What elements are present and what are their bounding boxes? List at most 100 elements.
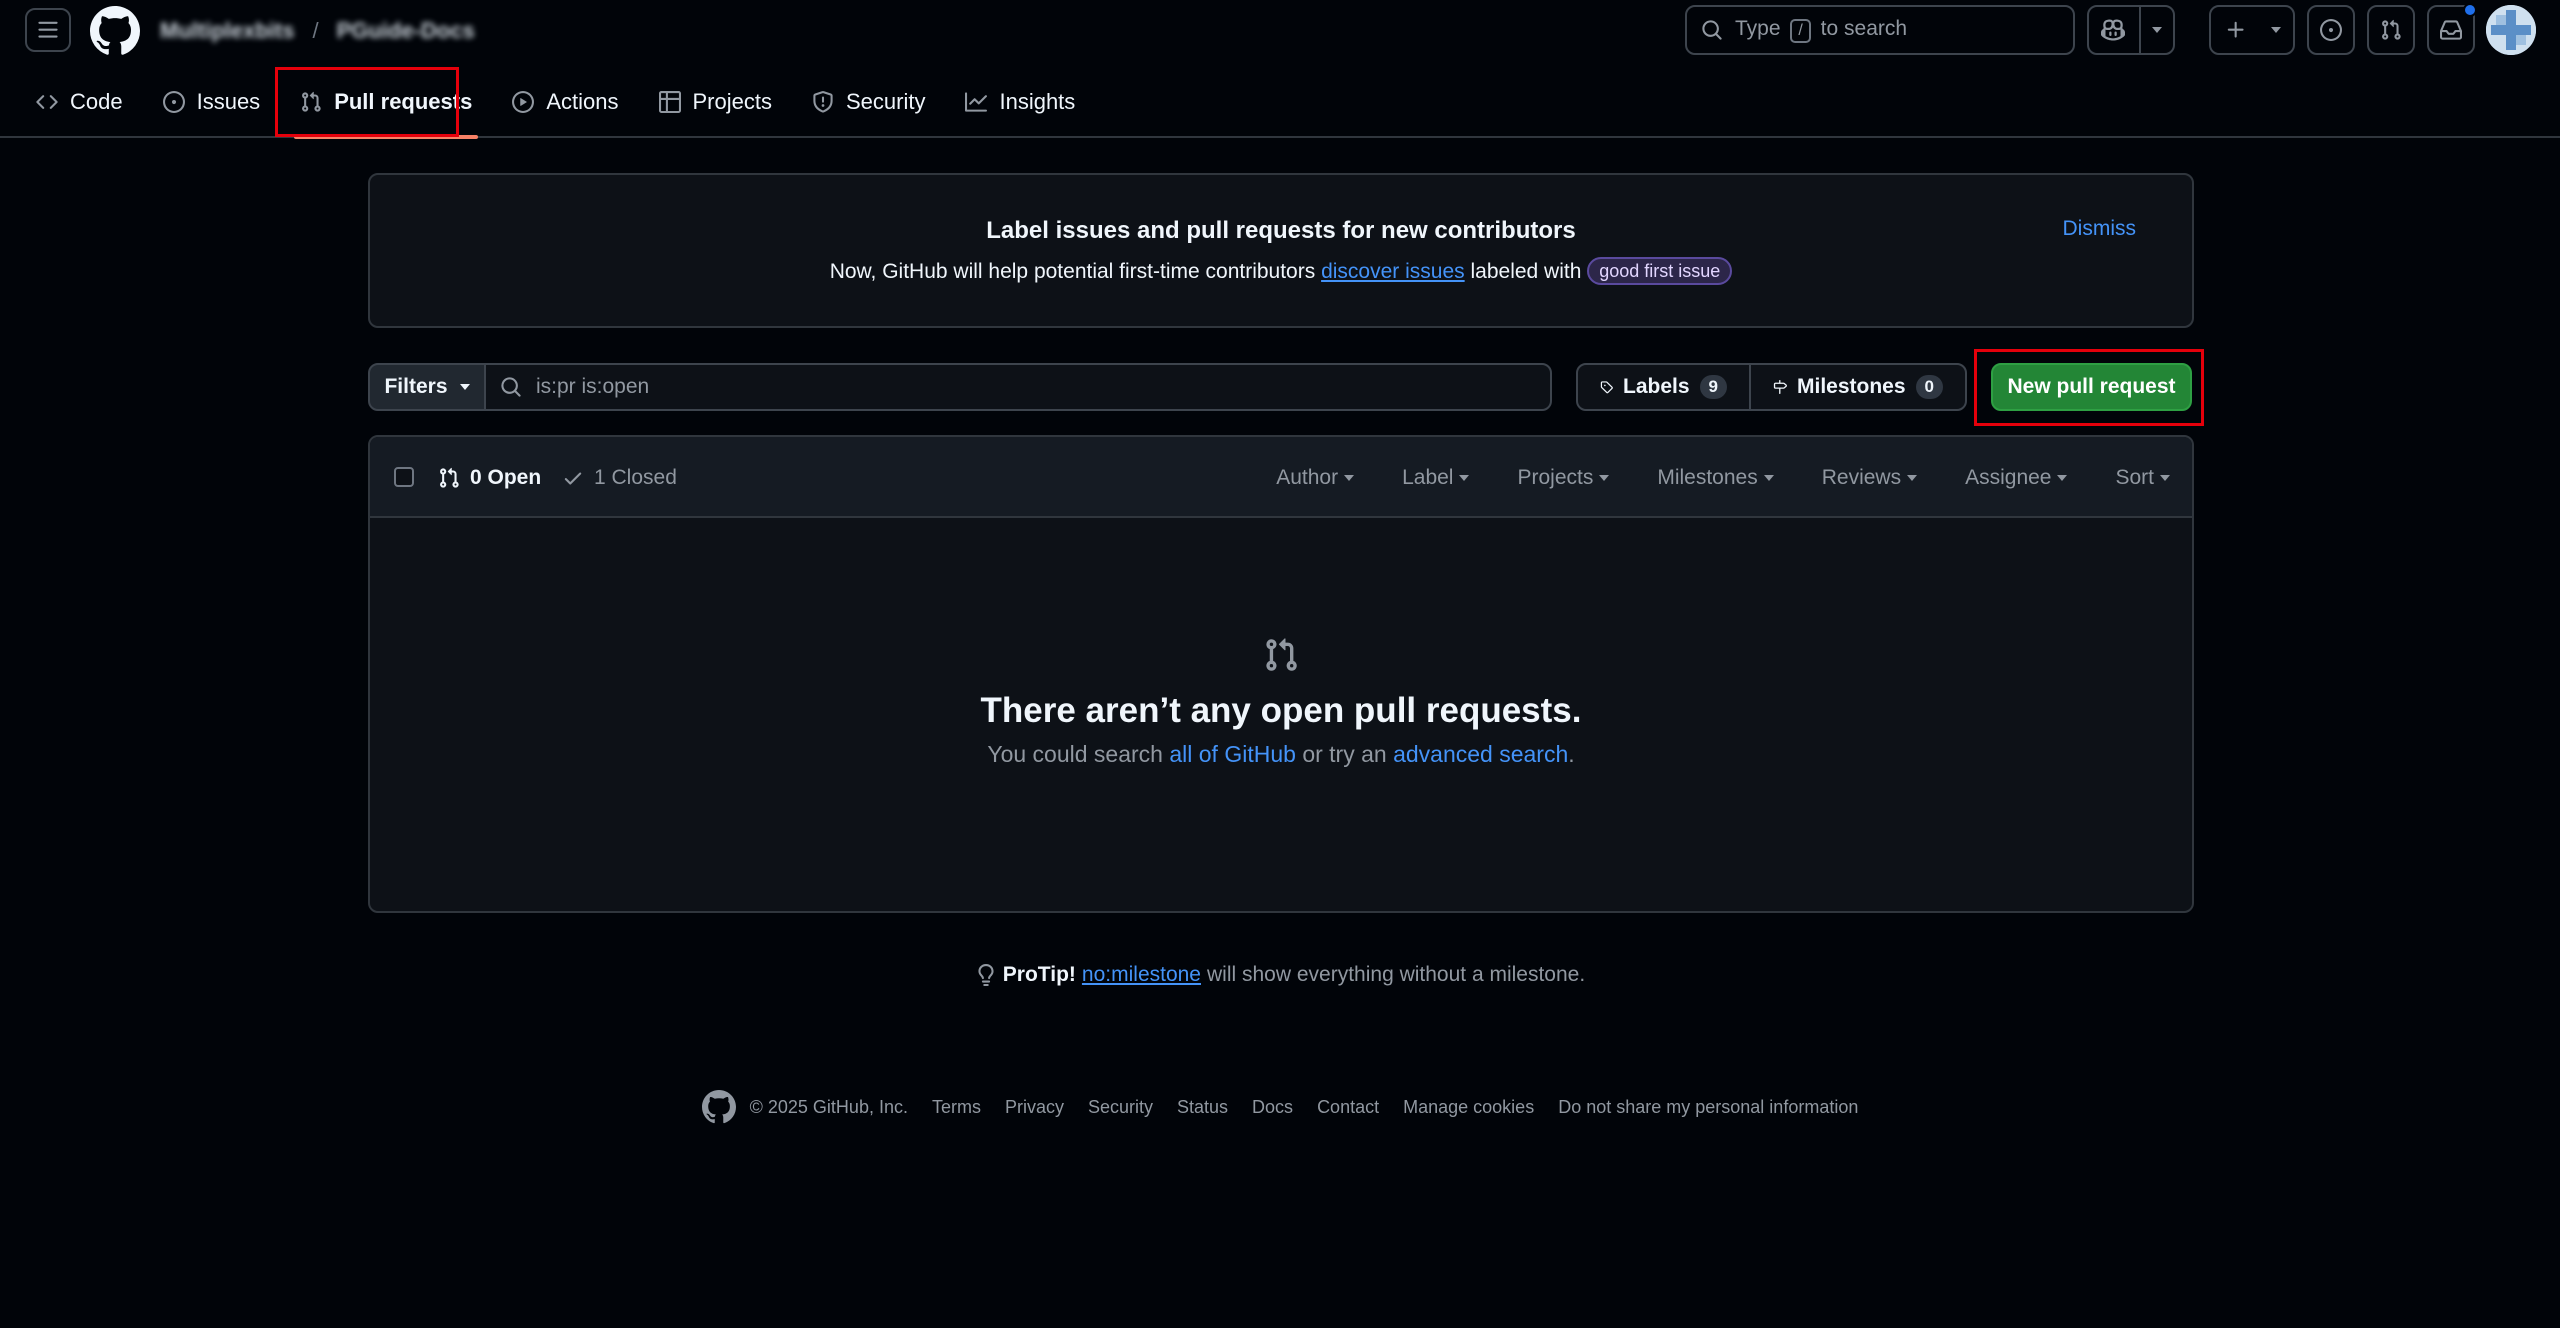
github-logo-icon[interactable] xyxy=(90,6,140,56)
tab-insights-label: Insights xyxy=(999,89,1076,114)
table-icon xyxy=(658,91,681,113)
avatar[interactable] xyxy=(2486,5,2536,55)
milestones-menu[interactable]: Milestones xyxy=(1657,466,1774,490)
chevron-down-icon xyxy=(2057,474,2068,481)
select-all-checkbox[interactable] xyxy=(394,467,414,487)
tab-code-label: Code xyxy=(70,89,123,114)
labels-count: 9 xyxy=(1699,375,1727,399)
footer-link-do-not-share[interactable]: Do not share my personal information xyxy=(1558,1097,1858,1118)
footer-link-docs[interactable]: Docs xyxy=(1252,1097,1293,1118)
tab-code[interactable]: Code xyxy=(20,70,139,134)
tab-pull-requests[interactable]: Pull requests xyxy=(284,70,488,139)
check-icon xyxy=(564,472,582,485)
shield-icon xyxy=(813,91,833,113)
git-pull-request-icon xyxy=(302,91,321,112)
pull-request-list: 0 Open 1 Closed Author Label Projects Mi… xyxy=(368,435,2194,913)
light-bulb-icon xyxy=(978,964,994,986)
list-header: 0 Open 1 Closed Author Label Projects Mi… xyxy=(370,437,2192,518)
plus-icon xyxy=(2227,21,2244,38)
sort-menu[interactable]: Sort xyxy=(2115,466,2170,490)
search-icon xyxy=(1702,20,1722,40)
new-pull-request-label: New pull request xyxy=(2007,375,2176,398)
create-new-button[interactable] xyxy=(2209,5,2295,55)
issues-button[interactable] xyxy=(2307,5,2355,55)
tab-insights[interactable]: Insights xyxy=(949,70,1091,134)
closed-filter-link[interactable]: 1 Closed xyxy=(562,437,677,518)
hamburger-icon xyxy=(38,21,58,38)
breadcrumb: Multiplexbits / PGuide-Docs xyxy=(160,16,475,46)
protip: ProTip! no:milestone will show everythin… xyxy=(0,963,2560,987)
footer-link-terms[interactable]: Terms xyxy=(932,1097,981,1118)
breadcrumb-separator: / xyxy=(312,18,319,43)
good-first-issue-label[interactable]: good first issue xyxy=(1587,257,1733,285)
tab-projects[interactable]: Projects xyxy=(643,70,788,134)
label-menu[interactable]: Label xyxy=(1402,466,1470,490)
blankslate: There aren’t any open pull requests. You… xyxy=(370,637,2192,768)
milestones-count: 0 xyxy=(1915,375,1943,399)
dismiss-button[interactable]: Dismiss xyxy=(2063,217,2137,241)
banner-text: Now, GitHub will help potential first-ti… xyxy=(370,257,2192,285)
inbox-icon xyxy=(2440,20,2462,40)
milestones-label: Milestones xyxy=(1797,375,1906,398)
footer-link-security[interactable]: Security xyxy=(1088,1097,1153,1118)
issue-opened-icon xyxy=(2320,19,2342,41)
pull-requests-button[interactable] xyxy=(2367,5,2415,55)
blankslate-text: You could search all of GitHub or try an… xyxy=(987,741,1575,767)
advanced-search-link[interactable]: advanced search xyxy=(1393,741,1568,767)
milestone-icon xyxy=(1773,380,1787,394)
tab-security[interactable]: Security xyxy=(796,70,941,134)
global-search-input[interactable]: Type / to search xyxy=(1685,5,2075,55)
owner-link[interactable]: Multiplexbits xyxy=(160,18,294,44)
footer-link-status[interactable]: Status xyxy=(1177,1097,1228,1118)
copilot-icon xyxy=(2101,19,2125,41)
chevron-down-icon xyxy=(1763,474,1774,481)
code-icon xyxy=(36,95,58,109)
new-pull-request-button[interactable]: New pull request xyxy=(1991,363,2192,411)
milestones-button[interactable]: Milestones 0 xyxy=(1749,363,1967,411)
footer-link-contact[interactable]: Contact xyxy=(1317,1097,1379,1118)
banner-title: Label issues and pull requests for new c… xyxy=(986,217,1576,244)
protip-text: will show everything without a milestone… xyxy=(1207,963,1586,986)
reviews-menu[interactable]: Reviews xyxy=(1822,466,1918,490)
tab-issues-label: Issues xyxy=(196,89,261,114)
no-milestone-link[interactable]: no:milestone xyxy=(1082,963,1201,987)
filter-menus: Author Label Projects Milestones Reviews… xyxy=(1276,437,2170,518)
menu-button[interactable] xyxy=(25,8,71,52)
chevron-down-icon xyxy=(459,384,470,390)
all-of-github-link[interactable]: all of GitHub xyxy=(1169,741,1296,767)
chevron-down-icon xyxy=(2152,27,2162,33)
tab-issues[interactable]: Issues xyxy=(147,70,277,134)
chevron-down-icon xyxy=(1344,474,1355,481)
pr-search-input[interactable]: is:pr is:open xyxy=(484,363,1552,411)
blankslate-title: There aren’t any open pull requests. xyxy=(980,691,1582,730)
labels-label: Labels xyxy=(1623,375,1690,398)
projects-menu[interactable]: Projects xyxy=(1517,466,1610,490)
play-icon xyxy=(512,91,535,113)
tab-actions-label: Actions xyxy=(546,89,619,114)
author-menu[interactable]: Author xyxy=(1276,466,1355,490)
labels-button[interactable]: Labels 9 xyxy=(1576,363,1751,411)
github-mark-icon[interactable] xyxy=(701,1090,736,1124)
chevron-down-icon xyxy=(2160,474,2170,481)
chevron-down-icon xyxy=(1907,474,1918,481)
tab-actions[interactable]: Actions xyxy=(496,70,634,134)
footer-link-manage-cookies[interactable]: Manage cookies xyxy=(1403,1097,1534,1118)
chevron-down-icon xyxy=(2271,27,2281,33)
new-contributors-banner: Label issues and pull requests for new c… xyxy=(368,173,2194,328)
footer-link-privacy[interactable]: Privacy xyxy=(1005,1097,1064,1118)
site-footer: © 2025 GitHub, Inc. Terms Privacy Securi… xyxy=(0,1090,2560,1124)
git-pull-request-icon xyxy=(440,467,459,488)
tab-security-label: Security xyxy=(845,89,926,114)
filters-button[interactable]: Filters xyxy=(368,363,486,411)
repo-nav: Code Issues Pull requests Actions Projec… xyxy=(20,70,1091,139)
discover-issues-link[interactable]: discover issues xyxy=(1321,260,1465,283)
repo-link[interactable]: PGuide-Docs xyxy=(337,18,475,44)
open-filter-link[interactable]: 0 Open xyxy=(438,437,541,518)
global-header: Multiplexbits / PGuide-Docs Type / to se… xyxy=(0,0,2560,139)
assignee-menu[interactable]: Assignee xyxy=(1965,466,2068,490)
notification-indicator xyxy=(2463,3,2477,17)
copilot-menu-button[interactable] xyxy=(2087,5,2175,55)
copyright-text: © 2025 GitHub, Inc. xyxy=(749,1096,908,1117)
pr-search-query: is:pr is:open xyxy=(536,375,650,398)
chevron-down-icon xyxy=(1459,474,1470,481)
